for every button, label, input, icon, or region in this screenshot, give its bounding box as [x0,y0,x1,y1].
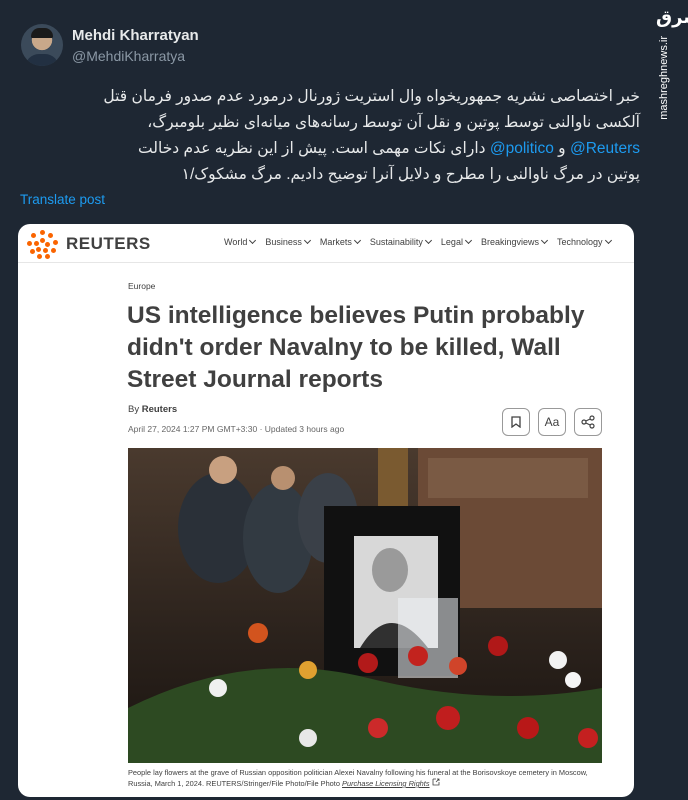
font-size-label: Aa [544,415,560,429]
share-button[interactable] [574,408,602,436]
author-name[interactable]: Mehdi Kharratyan [72,27,199,44]
mention-politico[interactable]: @politico [490,140,554,157]
nav-item-world[interactable]: World [224,236,257,247]
chevron-down-icon [540,236,549,245]
external-link-icon [432,778,440,786]
tweet-line: @Reuters و @politico دارای نکات مهمی است… [18,136,640,162]
chevron-down-icon [424,236,432,245]
watermark: مشرق mashreghnews.ir [656,7,688,120]
tweet-and: و [558,140,566,157]
watermark-url: mashreghnews.ir [658,36,670,120]
chevron-down-icon [353,236,361,245]
article-byline: By Reuters [128,404,177,415]
chevron-down-icon [604,236,612,245]
nav-item-technology[interactable]: Technology [557,236,612,247]
avatar-hair [31,28,53,38]
avatar[interactable] [21,24,63,66]
nav-item-breakingviews[interactable]: Breakingviews [481,236,549,247]
nav-item-business[interactable]: Business [265,236,311,247]
reuters-brand: REUTERS [66,234,151,253]
nav-item-legal[interactable]: Legal [441,236,472,247]
tweet: Mehdi Kharratyan @MehdiKharratya مشرق ma… [0,0,688,800]
article-dateline: April 27, 2024 1:27 PM GMT+3:30 · Update… [128,424,345,434]
tweet-line-rest: دارای نکات مهمی است. پیش از این نظریه عد… [138,140,486,157]
reuters-nav: REUTERS World Business Markets Sustainab… [18,224,634,263]
navalny-grave-photo [128,448,602,763]
avatar-shirt [25,54,59,66]
purchase-licensing-link[interactable]: Purchase Licensing Rights [342,779,430,788]
chevron-down-icon [464,236,472,245]
reuters-logo-icon [26,230,60,260]
reuters-nav-items: World Business Markets Sustainability Le… [224,236,612,247]
chevron-down-icon [249,236,257,245]
mention-reuters[interactable]: @Reuters [570,140,640,157]
nav-item-sustainability[interactable]: Sustainability [370,236,432,247]
article-card[interactable]: REUTERS World Business Markets Sustainab… [18,224,634,797]
share-icon [581,415,595,429]
article-section[interactable]: Europe [128,281,155,291]
bookmark-button[interactable] [502,408,530,436]
tweet-line: آلکسی ناوالنی توسط پوتین و نقل آن توسط ر… [147,114,640,131]
chevron-down-icon [303,236,311,245]
byline-prefix: By [128,404,140,415]
nav-item-markets[interactable]: Markets [320,236,361,247]
tweet-text: خبر اختصاصی نشریه جمهوریخواه وال استریت … [18,84,640,188]
bookmark-icon [511,416,521,428]
photo-caption: People lay flowers at the grave of Russi… [128,767,608,789]
byline-author[interactable]: Reuters [142,404,177,415]
font-size-button[interactable]: Aa [538,408,566,436]
watermark-logo: مشرق [656,7,688,27]
author-handle[interactable]: @MehdiKharratya [72,48,185,64]
tweet-line: پوتین در مرگ ناوالنی را مطرح و دلایل آنر… [181,166,640,183]
article-photo[interactable] [128,448,602,763]
article-headline: US intelligence believes Putin probably … [127,302,585,393]
tweet-line: خبر اختصاصی نشریه جمهوریخواه وال استریت … [103,88,640,105]
translate-post-link[interactable]: Translate post [20,192,105,207]
